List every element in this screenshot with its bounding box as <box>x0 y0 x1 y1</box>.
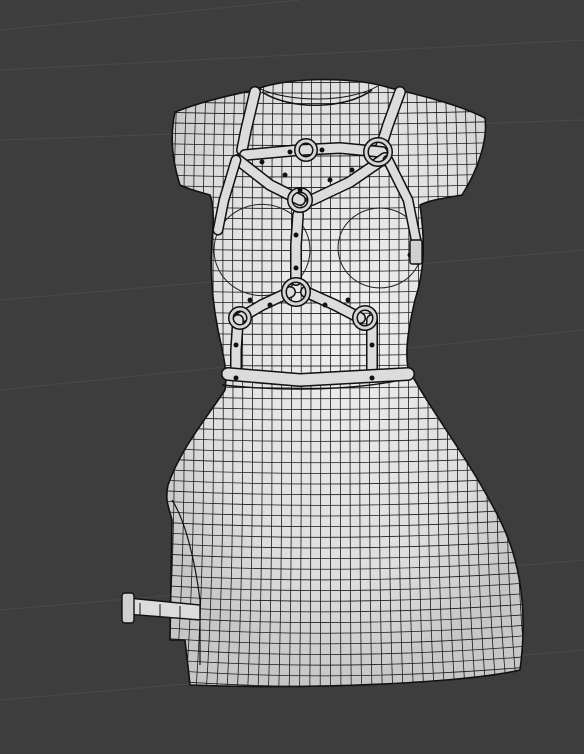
mesh-edge <box>140 708 540 718</box>
harness-rivet <box>369 375 375 381</box>
harness-rivet <box>247 297 253 303</box>
viewport-canvas[interactable] <box>0 0 584 754</box>
harness-rivet <box>259 159 265 165</box>
mesh-edge <box>140 698 540 708</box>
harness-rivet <box>233 342 239 348</box>
harness-rivet <box>345 297 351 303</box>
harness-rivet <box>369 342 375 348</box>
harness-rivet <box>327 177 333 183</box>
harness-rivet <box>297 187 303 193</box>
mesh-edge <box>140 687 540 697</box>
harness-rivet <box>267 302 273 308</box>
thigh-strap-buckle <box>121 592 135 624</box>
harness-rivet <box>349 167 355 173</box>
mesh-edge <box>530 70 549 700</box>
harness-rivet <box>293 232 299 238</box>
harness-rivet <box>319 147 325 153</box>
harness-rivet <box>287 149 293 155</box>
dress-mesh[interactable] <box>133 70 549 718</box>
3d-viewport[interactable] <box>0 0 584 754</box>
grid-line <box>0 39 584 71</box>
grid-line <box>0 0 301 31</box>
harness-rivet <box>233 375 239 381</box>
harness-strap <box>222 368 414 386</box>
harness-side-buckle <box>409 239 423 265</box>
harness-rivet <box>282 172 288 178</box>
harness-rivet <box>293 265 299 271</box>
harness-rivet <box>322 302 328 308</box>
